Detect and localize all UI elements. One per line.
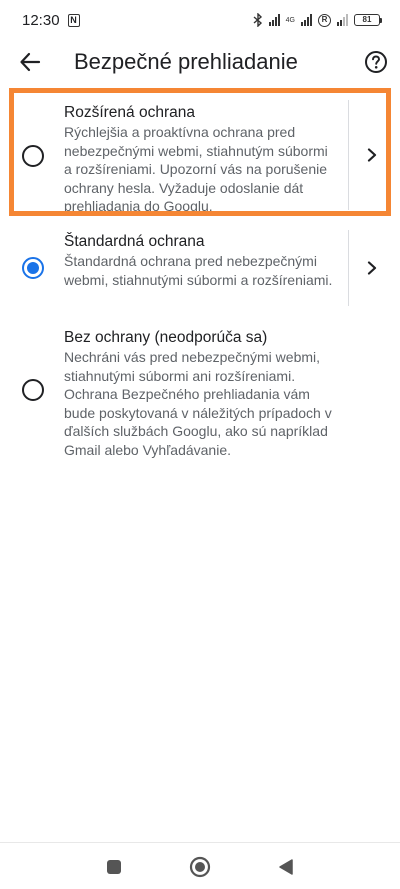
battery-level: 81 — [354, 14, 380, 26]
help-button[interactable] — [360, 46, 392, 78]
nav-back-button[interactable] — [274, 855, 298, 879]
nfc-icon: N — [67, 13, 80, 27]
divider — [348, 230, 349, 306]
status-left: 12:30 N — [22, 12, 80, 29]
radio-no-protection[interactable] — [22, 379, 44, 401]
option-title: Rozšírená ochrana — [64, 104, 195, 121]
option-description: Rýchlejšia a proaktívna ochrana pred neb… — [64, 124, 328, 214]
signal-strength-2-icon — [301, 14, 312, 26]
back-button[interactable] — [14, 46, 46, 78]
triangle-back-icon — [279, 859, 293, 875]
status-bar: 12:30 N 4G R 81 — [0, 0, 400, 40]
status-time: 12:30 — [22, 11, 60, 29]
bluetooth-icon — [253, 13, 262, 27]
radio-standard-protection[interactable] — [22, 257, 44, 279]
option-title: Bez ochrany (neodporúča sa) — [64, 329, 268, 346]
option-no-protection[interactable]: Bez ochrany (neodporúča sa) Nechráni vás… — [0, 322, 400, 458]
radio-enhanced-protection[interactable] — [22, 145, 44, 167]
option-standard-protection[interactable]: Štandardná ochrana Štandardná ochrana pr… — [0, 226, 400, 308]
home-button[interactable] — [188, 855, 212, 879]
help-circle-icon — [365, 51, 387, 73]
roaming-icon: R — [318, 13, 331, 27]
network-type: 4G — [285, 16, 295, 24]
divider — [348, 100, 349, 210]
chevron-right-icon — [367, 148, 377, 162]
circle-icon — [189, 856, 211, 878]
option-enhanced-protection[interactable]: Rozšírená ochrana Rýchlejšia a proaktívn… — [0, 96, 400, 214]
signal-strength-3-icon — [337, 14, 348, 26]
recents-button[interactable] — [102, 855, 126, 879]
status-right: 4G R 81 — [253, 13, 382, 27]
signal-strength-1-icon — [268, 14, 280, 26]
details-button-standard[interactable] — [360, 256, 384, 280]
option-title: Štandardná ochrana — [64, 233, 205, 250]
chevron-right-icon — [367, 261, 377, 275]
square-icon — [107, 860, 121, 874]
option-description: Štandardná ochrana pred nebezpečnými web… — [64, 253, 333, 288]
details-button-enhanced[interactable] — [360, 143, 384, 167]
option-description: Nechráni vás pred nebezpečnými webmi, st… — [64, 349, 332, 458]
arrow-back-icon — [20, 52, 41, 72]
navigation-bar — [0, 842, 400, 889]
battery-icon: 81 — [354, 14, 382, 26]
page-title: Bezpečné prehliadanie — [74, 49, 298, 74]
app-bar: Bezpečné prehliadanie — [0, 40, 400, 84]
